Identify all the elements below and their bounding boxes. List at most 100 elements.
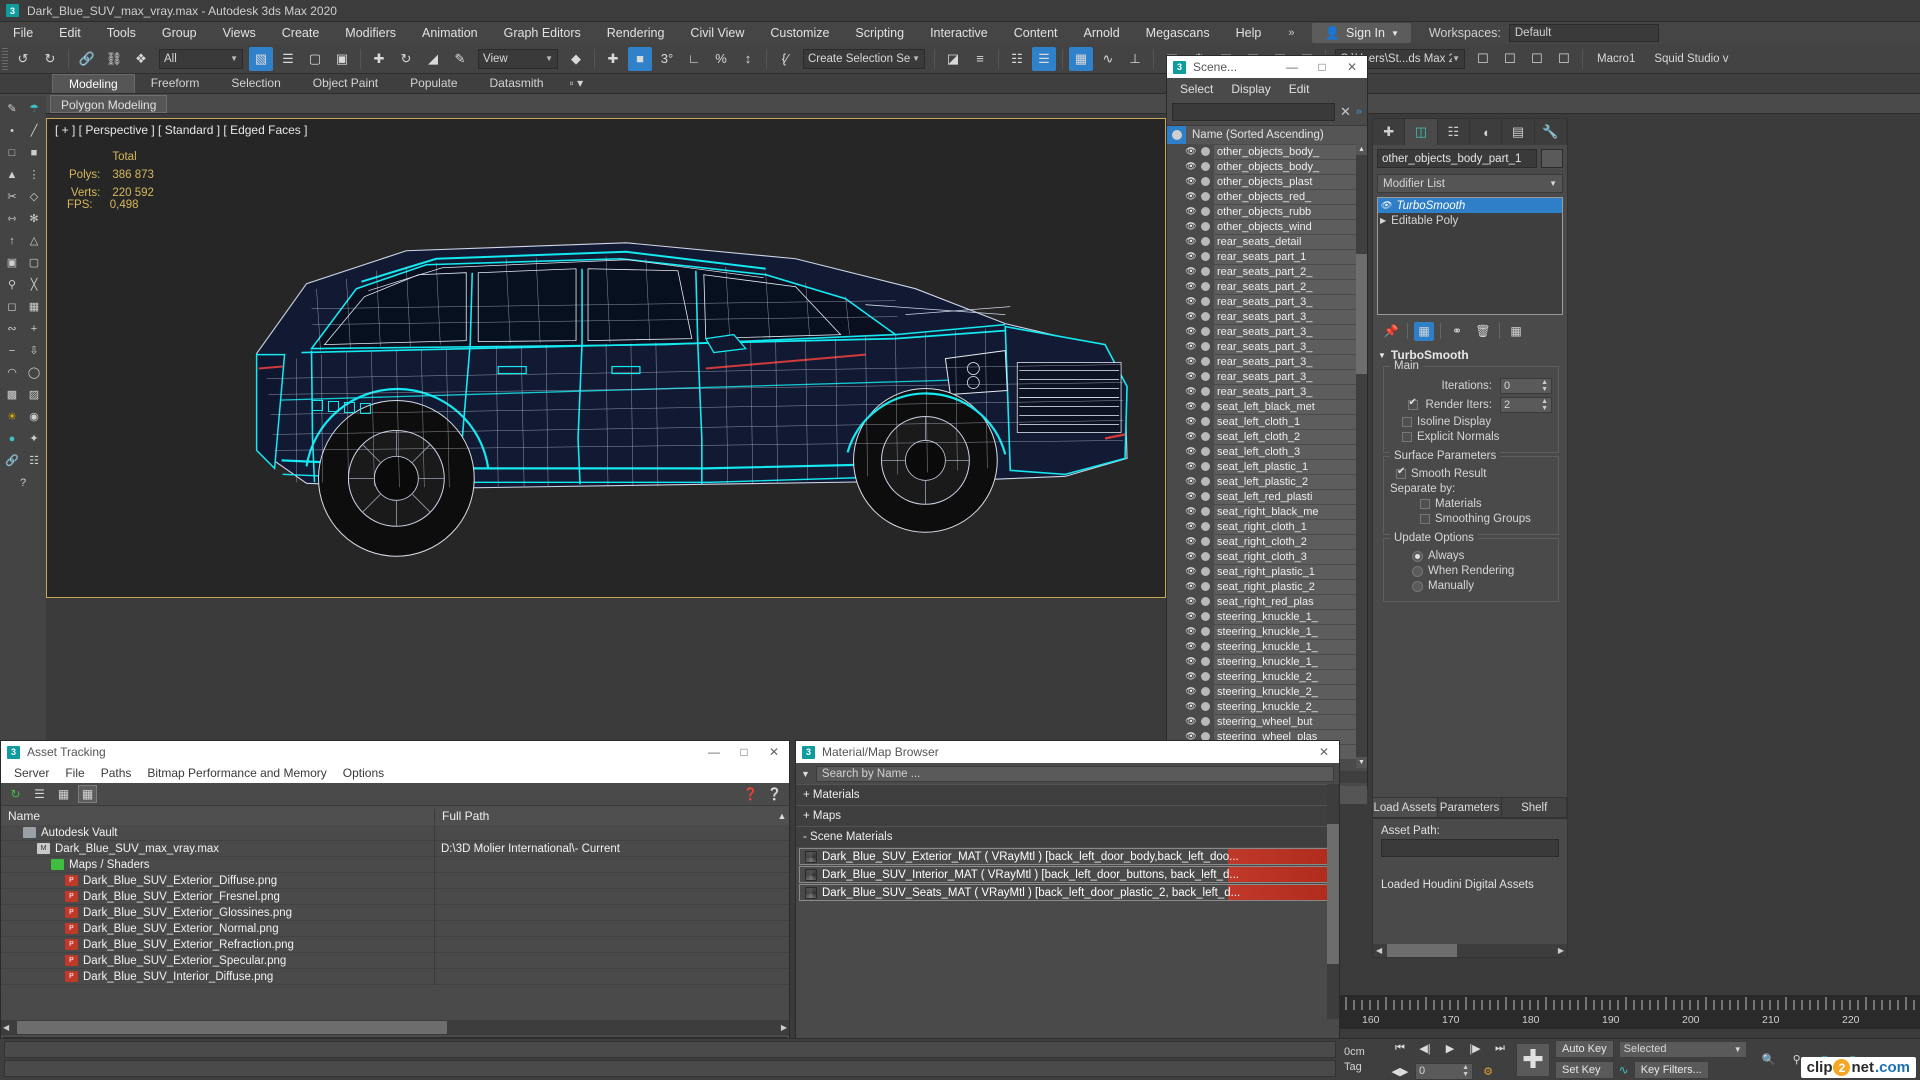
viewport-perspective[interactable]: [ + ] [ Perspective ] [ Standard ] [ Edg… [46,118,1166,598]
asset-row[interactable]: P Dark_Blue_SUV_Exterior_Fresnel.png [1,888,789,905]
scrollbar-thumb[interactable] [1356,254,1367,374]
eye-icon[interactable]: 👁 [1185,626,1197,637]
eye-icon[interactable]: 👁 [1185,716,1197,727]
tab-load-assets[interactable]: Load Assets [1373,798,1438,817]
scene-object-row[interactable]: 👁 steering_knuckle_1_ [1167,624,1367,639]
scene-menu-display[interactable]: Display [1222,82,1279,96]
object-color-dot[interactable] [1201,252,1210,261]
update-when-rendering-radio[interactable] [1412,565,1423,577]
modifier-list-dropdown[interactable]: Modifier List ▼ [1377,174,1563,193]
object-color-dot[interactable] [1201,267,1210,276]
at-menu-options[interactable]: Options [335,766,392,780]
object-color-dot[interactable] [1201,162,1210,171]
eye-icon[interactable]: 👁 [1185,686,1197,697]
object-color-dot[interactable] [1201,192,1210,201]
object-color-dot[interactable] [1201,537,1210,546]
key-filter-curve-icon[interactable]: ∿ [1619,1063,1629,1077]
scene-object-row[interactable]: 👁 steering_knuckle_1_ [1167,609,1367,624]
tool-attach-icon[interactable]: + [24,318,45,339]
edit-container-icon[interactable]: ☐ [1552,47,1576,71]
select-and-move-icon[interactable]: ✚ [367,47,391,71]
object-color-dot[interactable] [1201,177,1210,186]
tool-relax-icon[interactable]: ∾ [2,318,23,339]
menu-item-tools[interactable]: Tools [94,22,149,44]
smoothing-groups-checkbox[interactable] [1420,514,1430,524]
key-mode-combo[interactable]: Selected ▼ [1618,1040,1747,1058]
eye-icon[interactable]: 👁 [1185,191,1197,202]
asset-path-input[interactable] [1381,839,1559,857]
eye-icon[interactable]: 👁 [1185,206,1197,217]
object-color-dot[interactable] [1201,702,1210,711]
percent-snap-icon[interactable]: ∟ [682,47,706,71]
menu-item-interactive[interactable]: Interactive [917,22,1001,44]
scene-object-row[interactable]: 👁 seat_right_cloth_2 [1167,534,1367,549]
eye-icon[interactable]: 👁 [1185,296,1197,307]
scene-object-row[interactable]: 👁 rear_seats_part_3_ [1167,384,1367,399]
scene-object-row[interactable]: 👁 rear_seats_part_3_ [1167,294,1367,309]
object-color-dot[interactable] [1201,717,1210,726]
scrollbar-thumb[interactable] [1327,824,1339,964]
menu-item-arnold[interactable]: Arnold [1071,22,1133,44]
object-color-dot[interactable] [1201,342,1210,351]
scene-object-row[interactable]: 👁 rear_seats_part_2_ [1167,264,1367,279]
menu-item-create[interactable]: Create [269,22,333,44]
tab-display[interactable]: ▤ [1502,119,1535,145]
scene-object-row[interactable]: 👁 rear_seats_part_1 [1167,249,1367,264]
menu-item-graph-editors[interactable]: Graph Editors [491,22,594,44]
object-color-dot[interactable] [1201,222,1210,231]
tool-detach-icon[interactable]: − [2,340,23,361]
make-unique-icon[interactable]: ⚭ [1447,322,1467,341]
object-color-dot[interactable] [1201,237,1210,246]
reference-coordinate-combo[interactable]: View ▼ [478,48,558,69]
eye-icon[interactable]: 👁 [1185,536,1197,547]
scene-object-row[interactable]: 👁 seat_left_red_plasti [1167,489,1367,504]
object-name-field[interactable]: other_objects_body_part_1 [1377,149,1537,168]
scene-object-row[interactable]: 👁 steering_knuckle_1_ [1167,654,1367,669]
scene-object-row[interactable]: 👁 steering_knuckle_2_ [1167,669,1367,684]
modifier-stack-item-turbosmooth[interactable]: 👁 TurboSmooth [1378,198,1562,213]
tool-tessellate-icon[interactable]: ▦ [24,296,45,317]
tool-polygon-icon[interactable]: ■ [24,142,45,163]
snaps-toggle-icon[interactable]: ■ [628,46,652,71]
eye-icon[interactable]: 👁 [1185,506,1197,517]
zoom-icon[interactable]: 🔍 [1758,1050,1780,1070]
minimize-icon[interactable]: — [1277,56,1307,78]
section-maps[interactable]: + Maps [796,805,1339,826]
menu-item-help[interactable]: Help [1223,22,1275,44]
scene-object-row[interactable]: 👁 seat_right_plastic_2 [1167,579,1367,594]
scene-object-row[interactable]: 👁 seat_right_black_me [1167,504,1367,519]
tab-parameters[interactable]: Parameters [1438,798,1503,817]
scene-object-row[interactable]: 👁 rear_seats_part_3_ [1167,324,1367,339]
scene-object-row[interactable]: 👁 other_objects_rubb [1167,204,1367,219]
render-iters-checkbox[interactable] [1407,397,1418,410]
at-menu-file[interactable]: File [57,766,92,780]
scene-explorer-icon[interactable]: ☰ [1032,46,1056,71]
scene-object-row[interactable]: 👁 seat_left_cloth_1 [1167,414,1367,429]
eye-icon[interactable]: 👁 [1380,200,1391,211]
menu-item-file[interactable]: File [0,22,46,44]
schematic-view-icon[interactable]: ⊥ [1123,47,1147,71]
current-frame-spinner[interactable]: 0 ▲ ▼ [1415,1062,1473,1080]
tool-quad-chamfer-icon[interactable]: ◇ [24,186,45,207]
named-selection-sets-icon[interactable]: {∕ [773,47,797,71]
tool-shell-icon[interactable]: ◯ [24,362,45,383]
eye-icon[interactable]: 👁 [1185,161,1197,172]
tool-swift-loop-icon[interactable]: ⋮ [24,164,45,185]
eye-icon[interactable]: 👁 [1185,371,1197,382]
column-name[interactable]: Name [1,808,435,823]
go-to-start-icon[interactable]: ⏮ [1389,1038,1411,1058]
object-color-dot[interactable] [1201,417,1210,426]
scene-menu-select[interactable]: Select [1171,82,1222,96]
eye-icon[interactable]: 👁 [1185,641,1197,652]
column-full-path[interactable]: Full Path [435,809,775,823]
scene-object-row[interactable]: 👁 steering_knuckle_2_ [1167,684,1367,699]
key-filters-button[interactable]: Key Filters... [1633,1060,1709,1079]
at-menu-paths[interactable]: Paths [93,766,140,780]
viewport-label[interactable]: [ + ] [ Perspective ] [ Standard ] [ Edg… [55,123,307,137]
eye-icon[interactable]: 👁 [1185,221,1197,232]
asset-row[interactable]: P Dark_Blue_SUV_Exterior_Refraction.png [1,936,789,953]
scene-explorer-column-header[interactable]: Name (Sorted Ascending) [1167,125,1367,145]
object-color-dot[interactable] [1201,612,1210,621]
filter-dropdown-icon[interactable]: ▼ [801,769,810,779]
object-color-dot[interactable] [1201,507,1210,516]
